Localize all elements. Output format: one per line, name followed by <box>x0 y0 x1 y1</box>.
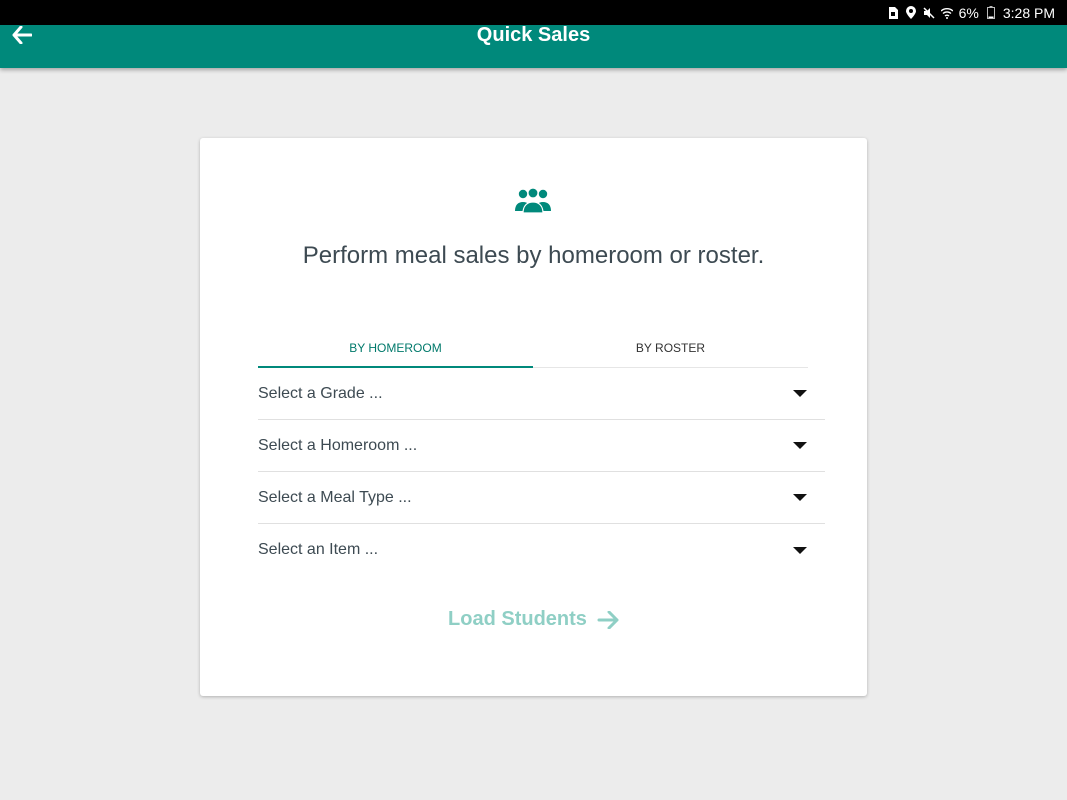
item-select[interactable]: Select an Item ... <box>258 524 825 576</box>
wifi-icon <box>940 6 953 20</box>
caret-down-icon <box>793 390 807 397</box>
sim-icon <box>887 6 899 20</box>
status-bar: 6% 3:28 PM <box>0 0 1067 25</box>
arrow-right-icon <box>597 610 619 629</box>
select-list: Select a Grade ... Select a Homeroom ...… <box>258 368 825 576</box>
mute-icon <box>923 6 935 20</box>
battery-percent: 6% <box>958 4 979 21</box>
homeroom-select[interactable]: Select a Homeroom ... <box>258 420 825 472</box>
meal-type-select[interactable]: Select a Meal Type ... <box>258 472 825 524</box>
load-students-button[interactable]: Load Students <box>200 608 867 631</box>
homeroom-select-label: Select a Homeroom ... <box>258 436 418 454</box>
grade-select[interactable]: Select a Grade ... <box>258 368 825 420</box>
battery-icon <box>985 6 997 20</box>
location-icon <box>905 6 917 20</box>
tab-bar: BY HOMEROOM BY ROSTER <box>258 328 808 368</box>
item-select-label: Select an Item ... <box>258 541 379 558</box>
caret-down-icon <box>793 442 807 449</box>
app-bar: Quick Sales <box>0 25 1067 68</box>
caret-down-icon <box>793 494 807 501</box>
tab-by-roster[interactable]: BY ROSTER <box>533 328 808 367</box>
load-students-label: Load Students <box>448 608 587 630</box>
quick-sales-card: Perform meal sales by homeroom or roster… <box>200 138 867 696</box>
group-icon <box>515 187 551 213</box>
meal-type-select-label: Select a Meal Type ... <box>258 488 412 506</box>
status-time: 3:28 PM <box>1002 4 1055 21</box>
grade-select-label: Select a Grade ... <box>258 384 383 402</box>
headline: Perform meal sales by homeroom or roster… <box>302 242 765 269</box>
tab-by-homeroom[interactable]: BY HOMEROOM <box>258 328 533 368</box>
page-title: Quick Sales <box>476 24 591 46</box>
caret-down-icon <box>793 546 807 554</box>
